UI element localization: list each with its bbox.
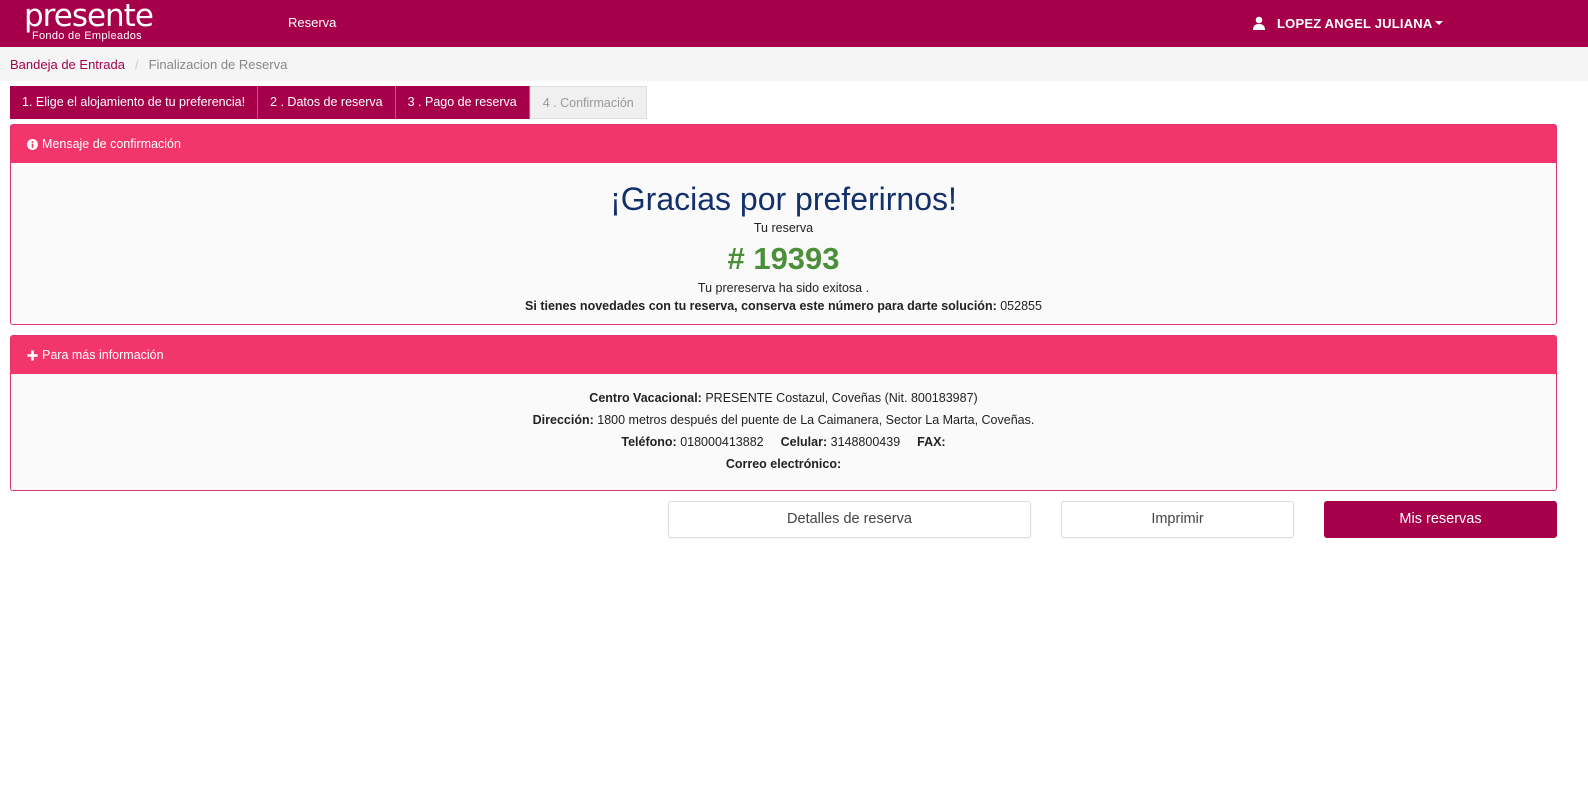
correo-line: Correo electrónico: [11, 453, 1556, 475]
step-4-confirmacion: 4 . Confirmación [529, 86, 647, 119]
direccion-label: Dirección: [532, 413, 594, 427]
nav-link-reserva[interactable]: Reserva [288, 14, 336, 32]
breadcrumb: Bandeja de Entrada / Finalizacion de Res… [0, 47, 1588, 81]
fax-label: FAX: [917, 435, 946, 449]
info-heading-text: Para más información [42, 348, 164, 362]
success-message: Tu prereserva ha sido exitosa . [697, 281, 870, 295]
step-1-alojamiento[interactable]: 1. Elige el alojamiento de tu preferenci… [10, 86, 259, 119]
centro-value: PRESENTE Costazul, Coveñas (Nit. 8001839… [705, 391, 978, 405]
correo-label: Correo electrónico: [725, 457, 842, 471]
telefono-label: Teléfono: [621, 435, 677, 449]
celular-value: 3148800439 [830, 435, 901, 449]
mis-reservas-button[interactable]: Mis reservas [1324, 501, 1557, 538]
telefono-value: 018000413882 [680, 435, 764, 449]
centro-label: Centro Vacacional: [589, 391, 702, 405]
novedades-label: Si tienes novedades con tu reserva, cons… [525, 299, 997, 313]
novedades-code: 052855 [1000, 299, 1042, 313]
breadcrumb-current: Finalizacion de Reserva [148, 56, 288, 72]
info-panel: Para más información Centro Vacacional: … [10, 335, 1557, 491]
confirmation-panel: Mensaje de confirmación ¡Gracias por pre… [10, 124, 1557, 325]
step-3-pago[interactable]: 3 . Pago de reserva [395, 86, 530, 119]
detalles-reserva-button[interactable]: Detalles de reserva [668, 501, 1031, 538]
plus-icon [27, 349, 38, 361]
confirmation-heading-text: Mensaje de confirmación [42, 137, 181, 151]
top-navbar: presente Fondo de Empleados Reserva LOPE… [0, 0, 1588, 47]
tu-reserva-label: Tu reserva [753, 221, 814, 235]
direccion-line: Dirección: 1800 metros después del puent… [11, 409, 1556, 431]
user-menu-dropdown[interactable]: LOPEZ ANGEL JULIANA [1252, 13, 1444, 33]
reservation-steps: 1. Elige el alojamiento de tu preferenci… [10, 86, 647, 119]
info-circle-icon [27, 138, 38, 150]
confirmation-body: ¡Gracias por preferirnos! Tu reserva # 1… [11, 179, 1556, 315]
imprimir-button[interactable]: Imprimir [1061, 501, 1294, 538]
celular-label: Celular: [780, 435, 828, 449]
user-name: LOPEZ ANGEL JULIANA [1277, 15, 1433, 31]
reservation-number: # 19393 [727, 241, 840, 276]
novedades-line: Si tienes novedades con tu reserva, cons… [11, 297, 1556, 315]
info-body: Centro Vacacional: PRESENTE Costazul, Co… [11, 374, 1556, 475]
caret-down-icon [1435, 21, 1444, 25]
breadcrumb-home-link[interactable]: Bandeja de Entrada [10, 57, 125, 72]
step-2-datos[interactable]: 2 . Datos de reserva [258, 86, 396, 119]
brand-logo[interactable]: presente Fondo de Empleados [24, 0, 164, 47]
user-icon [1253, 16, 1265, 30]
direccion-value: 1800 metros después del puente de La Cai… [597, 413, 1035, 427]
info-panel-heading[interactable]: Para más información [11, 336, 1556, 374]
contact-line: Teléfono: 018000413882 Celular: 31488004… [11, 431, 1556, 453]
confirmation-panel-heading: Mensaje de confirmación [11, 125, 1556, 163]
centro-line: Centro Vacacional: PRESENTE Costazul, Co… [11, 387, 1556, 409]
breadcrumb-separator: / [134, 56, 139, 72]
thanks-title: ¡Gracias por preferirnos! [610, 181, 957, 217]
logo-subtitle: Fondo de Empleados [32, 30, 142, 42]
